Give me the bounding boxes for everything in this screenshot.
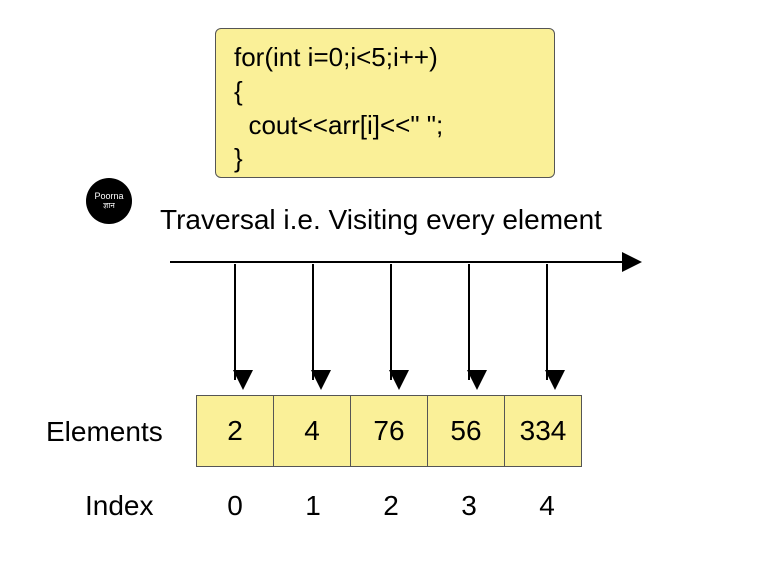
index-0: 0 <box>196 490 274 522</box>
array-cell-0: 2 <box>196 395 274 467</box>
diagram-caption: Traversal i.e. Visiting every element <box>160 204 602 236</box>
index-label: Index <box>85 490 154 522</box>
brand-logo: Poorna ज्ञान <box>86 178 132 224</box>
index-1: 1 <box>274 490 352 522</box>
elements-label: Elements <box>46 416 163 448</box>
code-line-3: cout<<arr[i]<<" "; <box>234 109 536 143</box>
index-row: 0 1 2 3 4 <box>196 490 586 522</box>
index-3: 3 <box>430 490 508 522</box>
array-cell-3: 56 <box>427 395 505 467</box>
index-2: 2 <box>352 490 430 522</box>
logo-text-bottom: ज्ञान <box>103 202 115 211</box>
array-cell-2: 76 <box>350 395 428 467</box>
array-cell-4: 334 <box>504 395 582 467</box>
code-line-1: for(int i=0;i<5;i++) <box>234 41 536 75</box>
code-line-4: } <box>234 142 536 176</box>
array-cell-1: 4 <box>273 395 351 467</box>
code-snippet-box: for(int i=0;i<5;i++) { cout<<arr[i]<<" "… <box>215 28 555 178</box>
code-line-2: { <box>234 75 536 109</box>
index-4: 4 <box>508 490 586 522</box>
array-cells: 2 4 76 56 334 <box>196 395 582 467</box>
